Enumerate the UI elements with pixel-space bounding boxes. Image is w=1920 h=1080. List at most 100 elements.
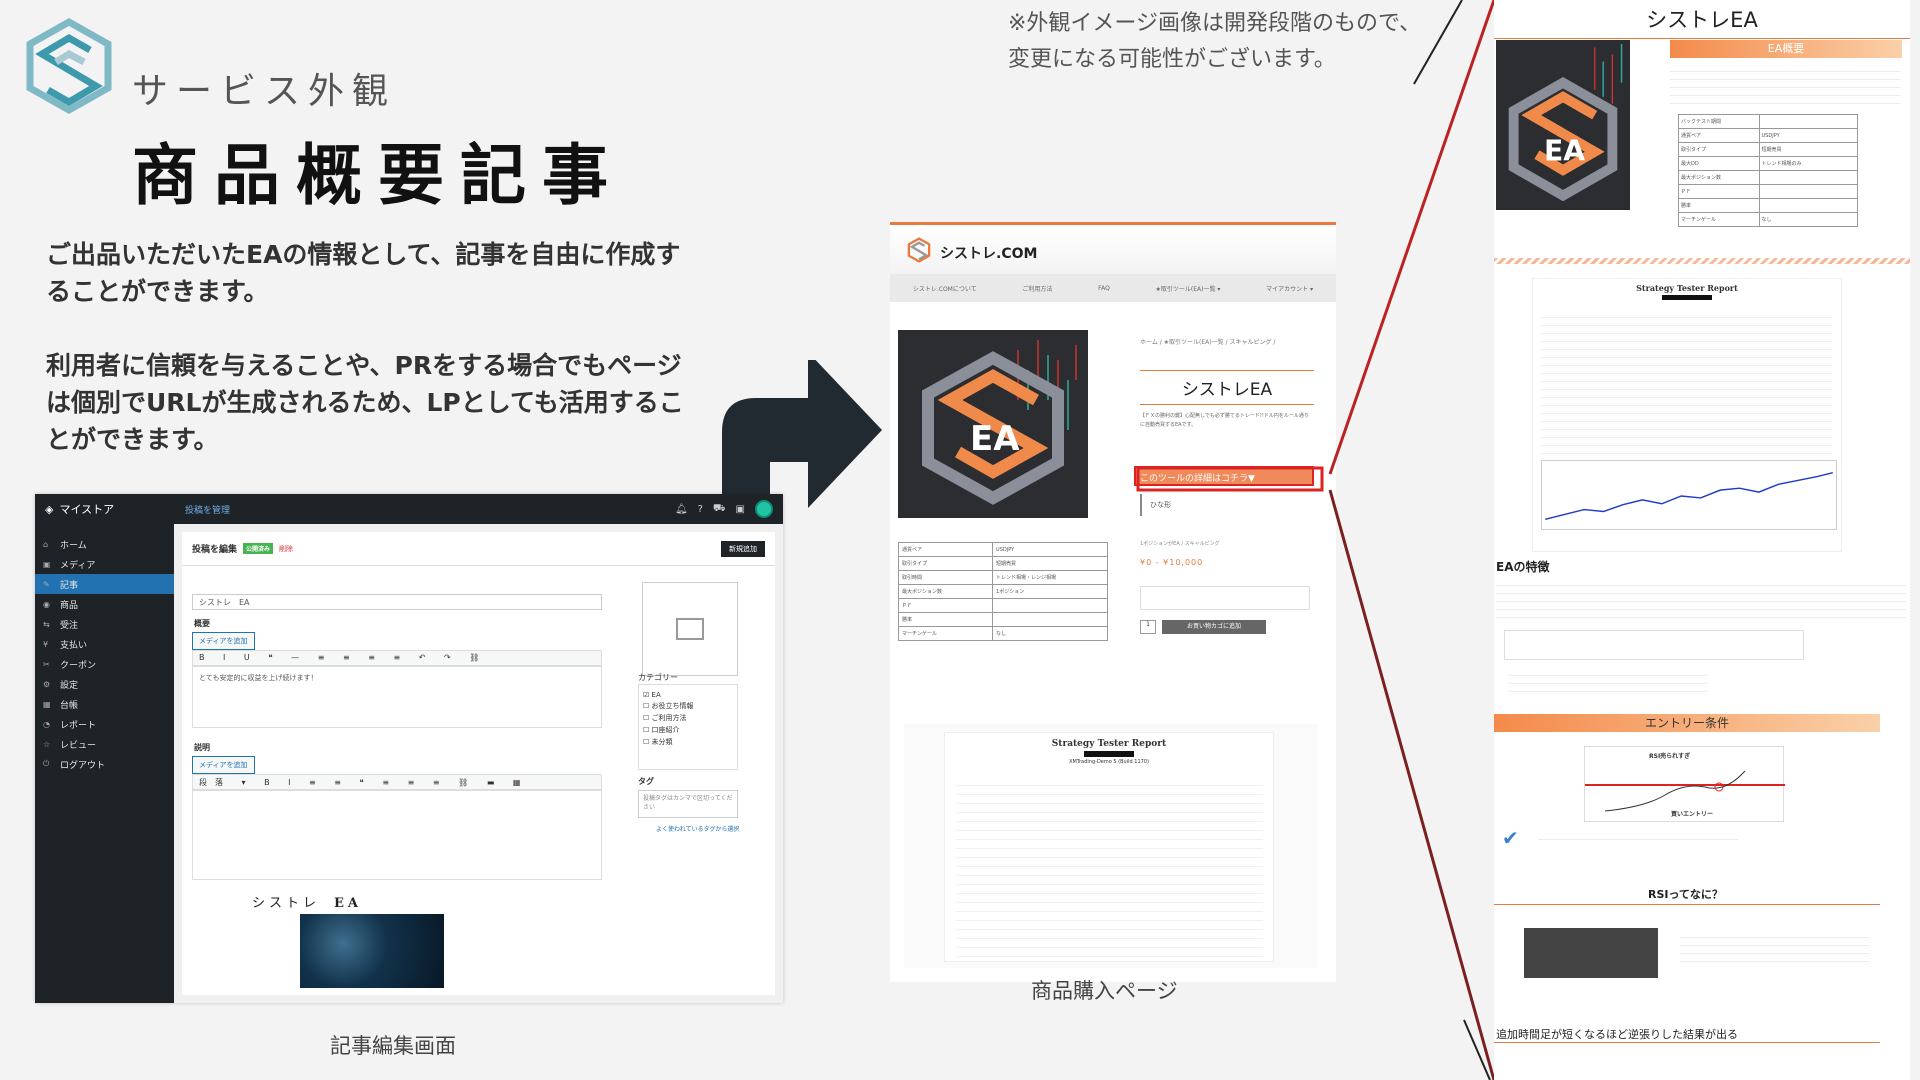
flow-arrow-icon: [722, 360, 882, 508]
spec-row: 最大ポジション数: [1678, 170, 1859, 185]
detail-report-title: Strategy Tester Report: [1636, 283, 1738, 293]
sidebar-item-label: ログアウト: [60, 760, 106, 771]
title-input[interactable]: シストレ EA: [192, 594, 602, 610]
description-editor[interactable]: [192, 790, 602, 880]
disclaimer-line-1: ※外観イメージ画像は開発段階のもので、: [1008, 11, 1422, 36]
featured-image-box[interactable]: [642, 582, 738, 676]
popular-tags-link[interactable]: よく使われているタグから選択: [656, 824, 740, 833]
sidebar-item[interactable]: ☆ レビュー: [35, 734, 174, 754]
spec-key: 取引時間: [897, 570, 994, 585]
sidebar-item[interactable]: ▣ メディア: [35, 554, 174, 574]
rsi-buy-label: 買いエントリー: [1671, 811, 1714, 818]
caption-editor: 記事編集画面: [330, 1034, 456, 1058]
category-label: ご利用方法: [651, 714, 687, 722]
spec-value: [1758, 170, 1859, 185]
avatar[interactable]: [755, 500, 773, 518]
detail-spec-table: バックテスト期間 通貨ペア USDJPY 取引タイプ 短期売買 最大DD トレンド相場のみ最…: [1678, 114, 1859, 227]
preview-image: [300, 914, 444, 988]
report-title: Strategy Tester Report: [1051, 739, 1167, 749]
admin-sidebar: ⌂ ホーム ▣ メディア ✎ 記事 ◉ 商品 ⇆ 受注 ¥ 支払い ✂ クーポン ⚙ 設定 ▦ 台帳 ◔ レポート ☆ レ…: [35, 524, 174, 1003]
detail-page-screenshot: シストレEA EA EA概要 バックテスト期間 通貨ペア USDJPY 取引タイプ 短期…: [1494, 0, 1910, 1080]
spec-key: 最大ポジション数: [1678, 170, 1760, 185]
help-icon[interactable]: ?: [698, 504, 703, 515]
rsi-explanation: [1680, 930, 1870, 964]
sidebar-item[interactable]: ✂ クーポン: [35, 654, 174, 674]
editor-header: 投稿を編集 公開済み 削除 新規追加: [182, 532, 775, 566]
sidebar-item[interactable]: ◉ 商品: [35, 594, 174, 614]
add-to-cart-button[interactable]: お買い物カゴに追加: [1162, 620, 1266, 634]
sidebar-item[interactable]: ◔ レポート: [35, 714, 174, 734]
spec-key: マーチンゲール: [897, 626, 994, 641]
service-logo-icon: [26, 17, 112, 115]
cart-icon[interactable]: ⛟: [713, 503, 726, 516]
store-icon[interactable]: ▣: [736, 504, 745, 515]
category-checkbox[interactable]: ☐ 口座紹介: [643, 725, 733, 735]
site-name[interactable]: シストレ.COM: [940, 243, 1037, 263]
product-description: 【ＦＸの勝利の鍵】心配無しでも必ず勝てるトレード!!ドル円をルール通りに自動売買…: [1140, 413, 1309, 428]
category-label: カテゴリー: [638, 673, 678, 682]
detail-link-button[interactable]: このツールの詳細はコチラ▼: [1134, 466, 1314, 486]
new-post-button[interactable]: 新規追加: [721, 540, 765, 557]
rsi-question-heading: RSIってなに？: [1648, 888, 1723, 901]
sidebar-item[interactable]: ✎ 記事: [35, 574, 174, 594]
spec-value: [1758, 184, 1859, 199]
product-breadcrumb[interactable]: ホーム / ★取引ツール(EA)一覧 / スキャルピング /: [1140, 338, 1310, 348]
options-selector[interactable]: [1140, 586, 1310, 610]
checkbox-icon[interactable]: ☐: [643, 714, 652, 722]
settings-list: [1508, 668, 1708, 698]
category-list: ☑ EA ☐ お役立ち情報 ☐ ご利用方法 ☐ 口座紹介 ☐ 未分類: [638, 684, 738, 770]
add-media-button[interactable]: メディアを追加: [192, 632, 255, 650]
category-checkbox[interactable]: ☐ お役立ち情報: [643, 701, 733, 711]
spec-key: 勝率: [897, 612, 994, 627]
spec-key: 勝率: [1678, 198, 1760, 213]
sidebar-item[interactable]: ¥ 支払い: [35, 634, 174, 654]
nav-item[interactable]: シストレ.COMについて: [913, 284, 977, 293]
category-checkbox[interactable]: ☐ 未分類: [643, 737, 733, 747]
admin-brand[interactable]: ◈ マイストア: [45, 501, 175, 517]
notification-icon[interactable]: 🔔︎: [675, 504, 688, 515]
checkbox-icon[interactable]: ☐: [643, 738, 652, 746]
sidebar-item[interactable]: ⏻ ログアウト: [35, 754, 174, 774]
sidebar-item-label: 受注: [60, 620, 79, 631]
sidebar-item-label: 支払い: [60, 640, 88, 651]
add-media-button-2[interactable]: メディアを追加: [192, 756, 255, 774]
overview-label: 概要: [194, 619, 210, 628]
nav-item[interactable]: ご利用方法: [1022, 284, 1052, 293]
spec-value: USDJPY: [1758, 128, 1859, 143]
checkbox-icon[interactable]: ☑: [643, 691, 652, 699]
nav-item[interactable]: マイアカウント ▾: [1266, 284, 1313, 293]
status-badge: 公開済み: [243, 543, 274, 554]
checkbox-icon[interactable]: ☐: [643, 726, 652, 734]
sidebar-icon: ☆: [43, 739, 51, 749]
tag-input[interactable]: 投稿タグはカンマで区切ってください: [638, 790, 738, 818]
quantity-input[interactable]: 1: [1140, 620, 1156, 634]
sidebar-item[interactable]: ▦ 台帳: [35, 694, 174, 714]
spec-key: 取引タイプ: [1678, 142, 1760, 157]
spec-value: 短期売買: [1758, 142, 1859, 157]
sidebar-item[interactable]: ⇆ 受注: [35, 614, 174, 634]
detail-report: Strategy Tester Report: [1532, 278, 1842, 552]
editor-toolbar-2[interactable]: 段落 ▾ B I ≡ ≡ ❝ ≡ ≡ ≡ ⛓ ▬ ▦: [192, 774, 602, 790]
spec-row: 最大DD トレンド相場のみ: [1678, 156, 1859, 171]
detail-title: シストレEA: [1494, 4, 1910, 39]
delete-link[interactable]: 削除: [279, 544, 293, 554]
format-select[interactable]: 段落: [199, 778, 231, 787]
sidebar-icon: ⌂: [43, 539, 49, 549]
entry-heading: エントリー条件: [1494, 714, 1880, 732]
checkbox-icon[interactable]: ☐: [643, 702, 652, 710]
admin-breadcrumb[interactable]: 投稿を管理: [185, 503, 230, 516]
spec-row: マーチンゲール なし: [1678, 212, 1859, 227]
sidebar-item[interactable]: ⚙ 設定: [35, 674, 174, 694]
spec-row: 通貨ペア USDJPY: [1678, 128, 1859, 143]
ea-logo-icon: EA: [922, 340, 1077, 505]
sidebar-item[interactable]: ⌂ ホーム: [35, 534, 174, 554]
editor-toolbar[interactable]: B I U ❝ — ≡ ≡ ≡ ≡ ↶ ↷ ⛓: [192, 650, 602, 666]
overview-editor[interactable]: とても安定的に収益を上げ続けます！: [192, 666, 602, 728]
category-checkbox[interactable]: ☐ ご利用方法: [643, 713, 733, 723]
category-checkbox[interactable]: ☑ EA: [643, 691, 733, 699]
report-redaction: [1084, 751, 1134, 757]
nav-item[interactable]: ★取引ツール(EA)一覧 ▾: [1156, 284, 1221, 293]
balance-graph: [1541, 460, 1837, 530]
nav-item[interactable]: FAQ: [1098, 285, 1110, 292]
sidebar-icon: ▣: [43, 559, 51, 569]
